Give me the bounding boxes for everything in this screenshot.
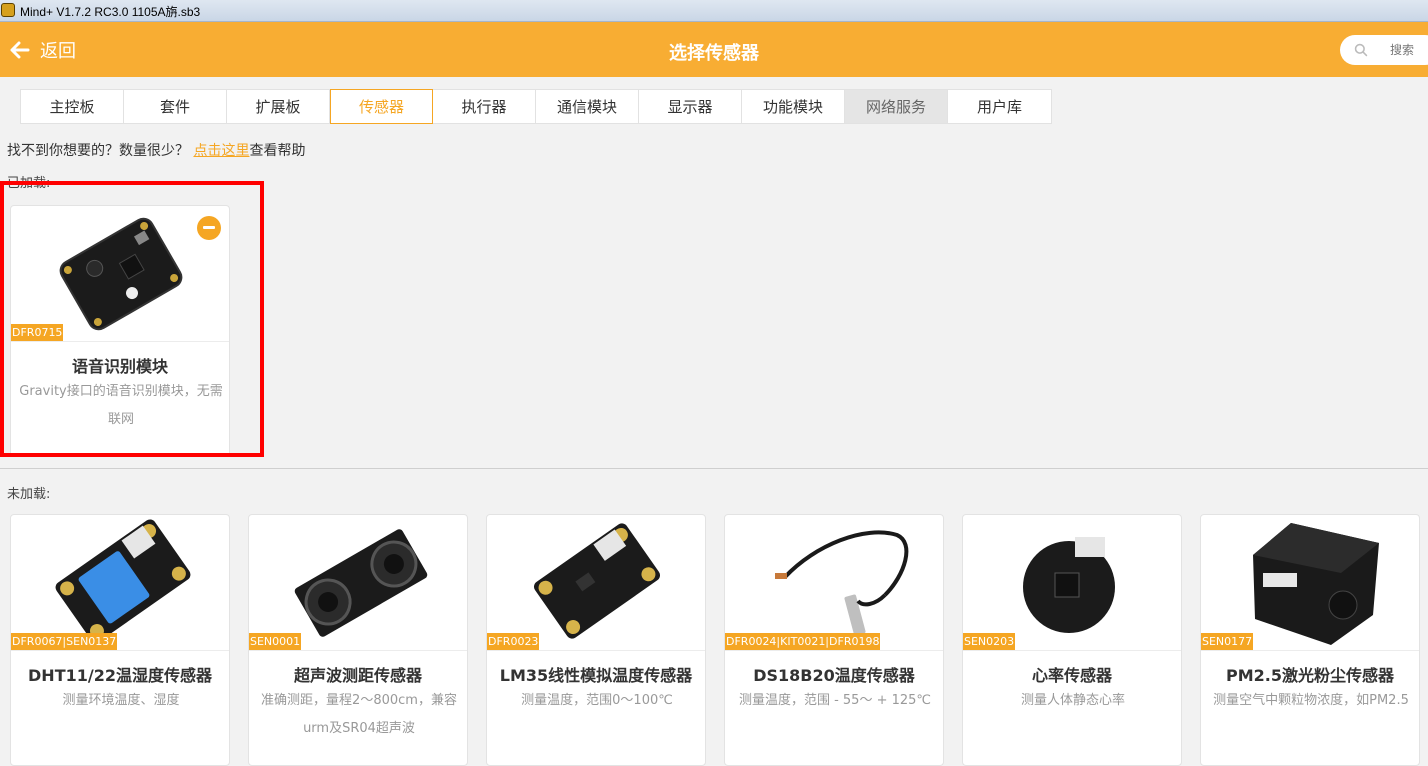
product-name: 语音识别模块 <box>71 357 168 376</box>
tab-actuators[interactable]: 执行器 <box>433 90 536 123</box>
product-code-badge: DFR0024|KIT0021|DFR0198 <box>725 633 881 650</box>
extension-card[interactable]: SEN0001 超声波测距传感器 准确测距，量程2～800cm，兼容urm及SR… <box>248 514 468 766</box>
tab-function-modules[interactable]: 功能模块 <box>742 90 845 123</box>
card-image-divider <box>963 650 1181 651</box>
card-image-divider <box>725 650 943 651</box>
loaded-section-label: 已加载: <box>7 176 51 191</box>
window-titlebar: Mind+ V1.7.2 RC3.0 1105A旃.sb3 <box>0 0 1428 22</box>
card-image-divider <box>487 650 705 651</box>
card-image-divider <box>1201 650 1419 651</box>
tab-displays[interactable]: 显示器 <box>639 90 742 123</box>
remove-extension-button[interactable] <box>197 216 221 240</box>
card-image-divider <box>11 341 229 342</box>
product-name: PM2.5激光粉尘传感器 <box>1226 666 1394 685</box>
product-name: DHT11/22温湿度传感器 <box>28 666 212 685</box>
product-code-badge: SEN0177 <box>1201 633 1254 650</box>
help-suffix: 查看帮助 <box>249 143 306 159</box>
mindplus-app-icon <box>1 3 15 17</box>
product-description: Gravity接口的语音识别模块，无需联网 <box>19 384 223 427</box>
product-description: 测量空气中颗粒物浓度，如PM2.5 <box>1213 693 1409 708</box>
tab-user-library[interactable]: 用户库 <box>948 90 1051 123</box>
help-prefix: 找不到你想要的？数量很少？ <box>7 143 194 159</box>
tab-network-services[interactable]: 网络服务 <box>845 90 948 123</box>
extension-card[interactable]: DFR0024|KIT0021|DFR0198 DS18B20温度传感器 测量温… <box>724 514 944 766</box>
tab-kits[interactable]: 套件 <box>124 90 227 123</box>
dht11-board-image <box>55 519 191 643</box>
product-description: 测量人体静态心率 <box>1020 693 1125 708</box>
product-description: 测量环境温度、湿度 <box>62 693 180 708</box>
help-text: 找不到你想要的？数量很少？ 点击这里查看帮助 <box>7 140 305 160</box>
card-image-divider <box>249 650 467 651</box>
product-code-badge: DFR0023 <box>487 633 540 650</box>
product-name: DS18B20温度传感器 <box>753 666 915 685</box>
ultrasonic-board-image <box>294 529 428 637</box>
product-code-badge: DFR0715 <box>11 324 64 341</box>
product-description: 准确测距，量程2～800cm，兼容urm及SR04超声波 <box>261 693 457 736</box>
product-description: 测量温度，范围0～100℃ <box>521 693 673 708</box>
product-code-badge: DFR0067|SEN0137 <box>11 633 118 650</box>
unloaded-section-label: 未加载: <box>7 487 51 502</box>
help-link[interactable]: 点击这里 <box>193 143 249 159</box>
product-name: 超声波测距传感器 <box>293 666 422 685</box>
ds18b20-probe-image <box>775 530 909 636</box>
product-code-badge: SEN0001 <box>249 633 302 650</box>
search-input[interactable] <box>1390 43 1428 57</box>
tab-communication[interactable]: 通信模块 <box>536 90 639 123</box>
extension-card[interactable]: DFR0067|SEN0137 DHT11/22温湿度传感器 测量环境温度、湿度 <box>10 514 230 766</box>
section-divider <box>0 468 1428 469</box>
header-bar: 返回 选择传感器 <box>0 22 1428 77</box>
card-image-divider <box>11 650 229 651</box>
product-code-badge: SEN0203 <box>963 633 1016 650</box>
tab-sensors[interactable]: 传感器 <box>330 89 433 124</box>
heart-rate-board-image <box>1023 537 1115 633</box>
extension-card[interactable]: DFR0023 LM35线性模拟温度传感器 测量温度，范围0～100℃ <box>486 514 706 766</box>
lm35-board-image <box>533 523 661 639</box>
tab-main-board[interactable]: 主控板 <box>21 90 124 123</box>
category-tabs: 主控板 套件 扩展板 传感器 执行器 通信模块 显示器 功能模块 网络服务 用户… <box>20 89 1052 124</box>
extension-card-loaded[interactable]: DFR0715 语音识别模块 Gravity接口的语音识别模块，无需联网 <box>10 205 230 457</box>
product-name: LM35线性模拟温度传感器 <box>499 666 693 685</box>
pm25-sensor-image <box>1253 523 1379 645</box>
window-title: Mind+ V1.7.2 RC3.0 1105A旃.sb3 <box>20 5 201 19</box>
search-icon <box>1354 43 1368 57</box>
extension-card[interactable]: SEN0177 PM2.5激光粉尘传感器 测量空气中颗粒物浓度，如PM2.5 <box>1200 514 1420 766</box>
search-box[interactable] <box>1340 35 1428 65</box>
tab-expansion-board[interactable]: 扩展板 <box>227 90 330 123</box>
extension-card[interactable]: SEN0203 心率传感器 测量人体静态心率 <box>962 514 1182 766</box>
product-name: 心率传感器 <box>1031 666 1112 685</box>
page-title: 选择传感器 <box>669 43 759 64</box>
product-description: 测量温度，范围 - 55～ + 125℃ <box>738 693 932 708</box>
